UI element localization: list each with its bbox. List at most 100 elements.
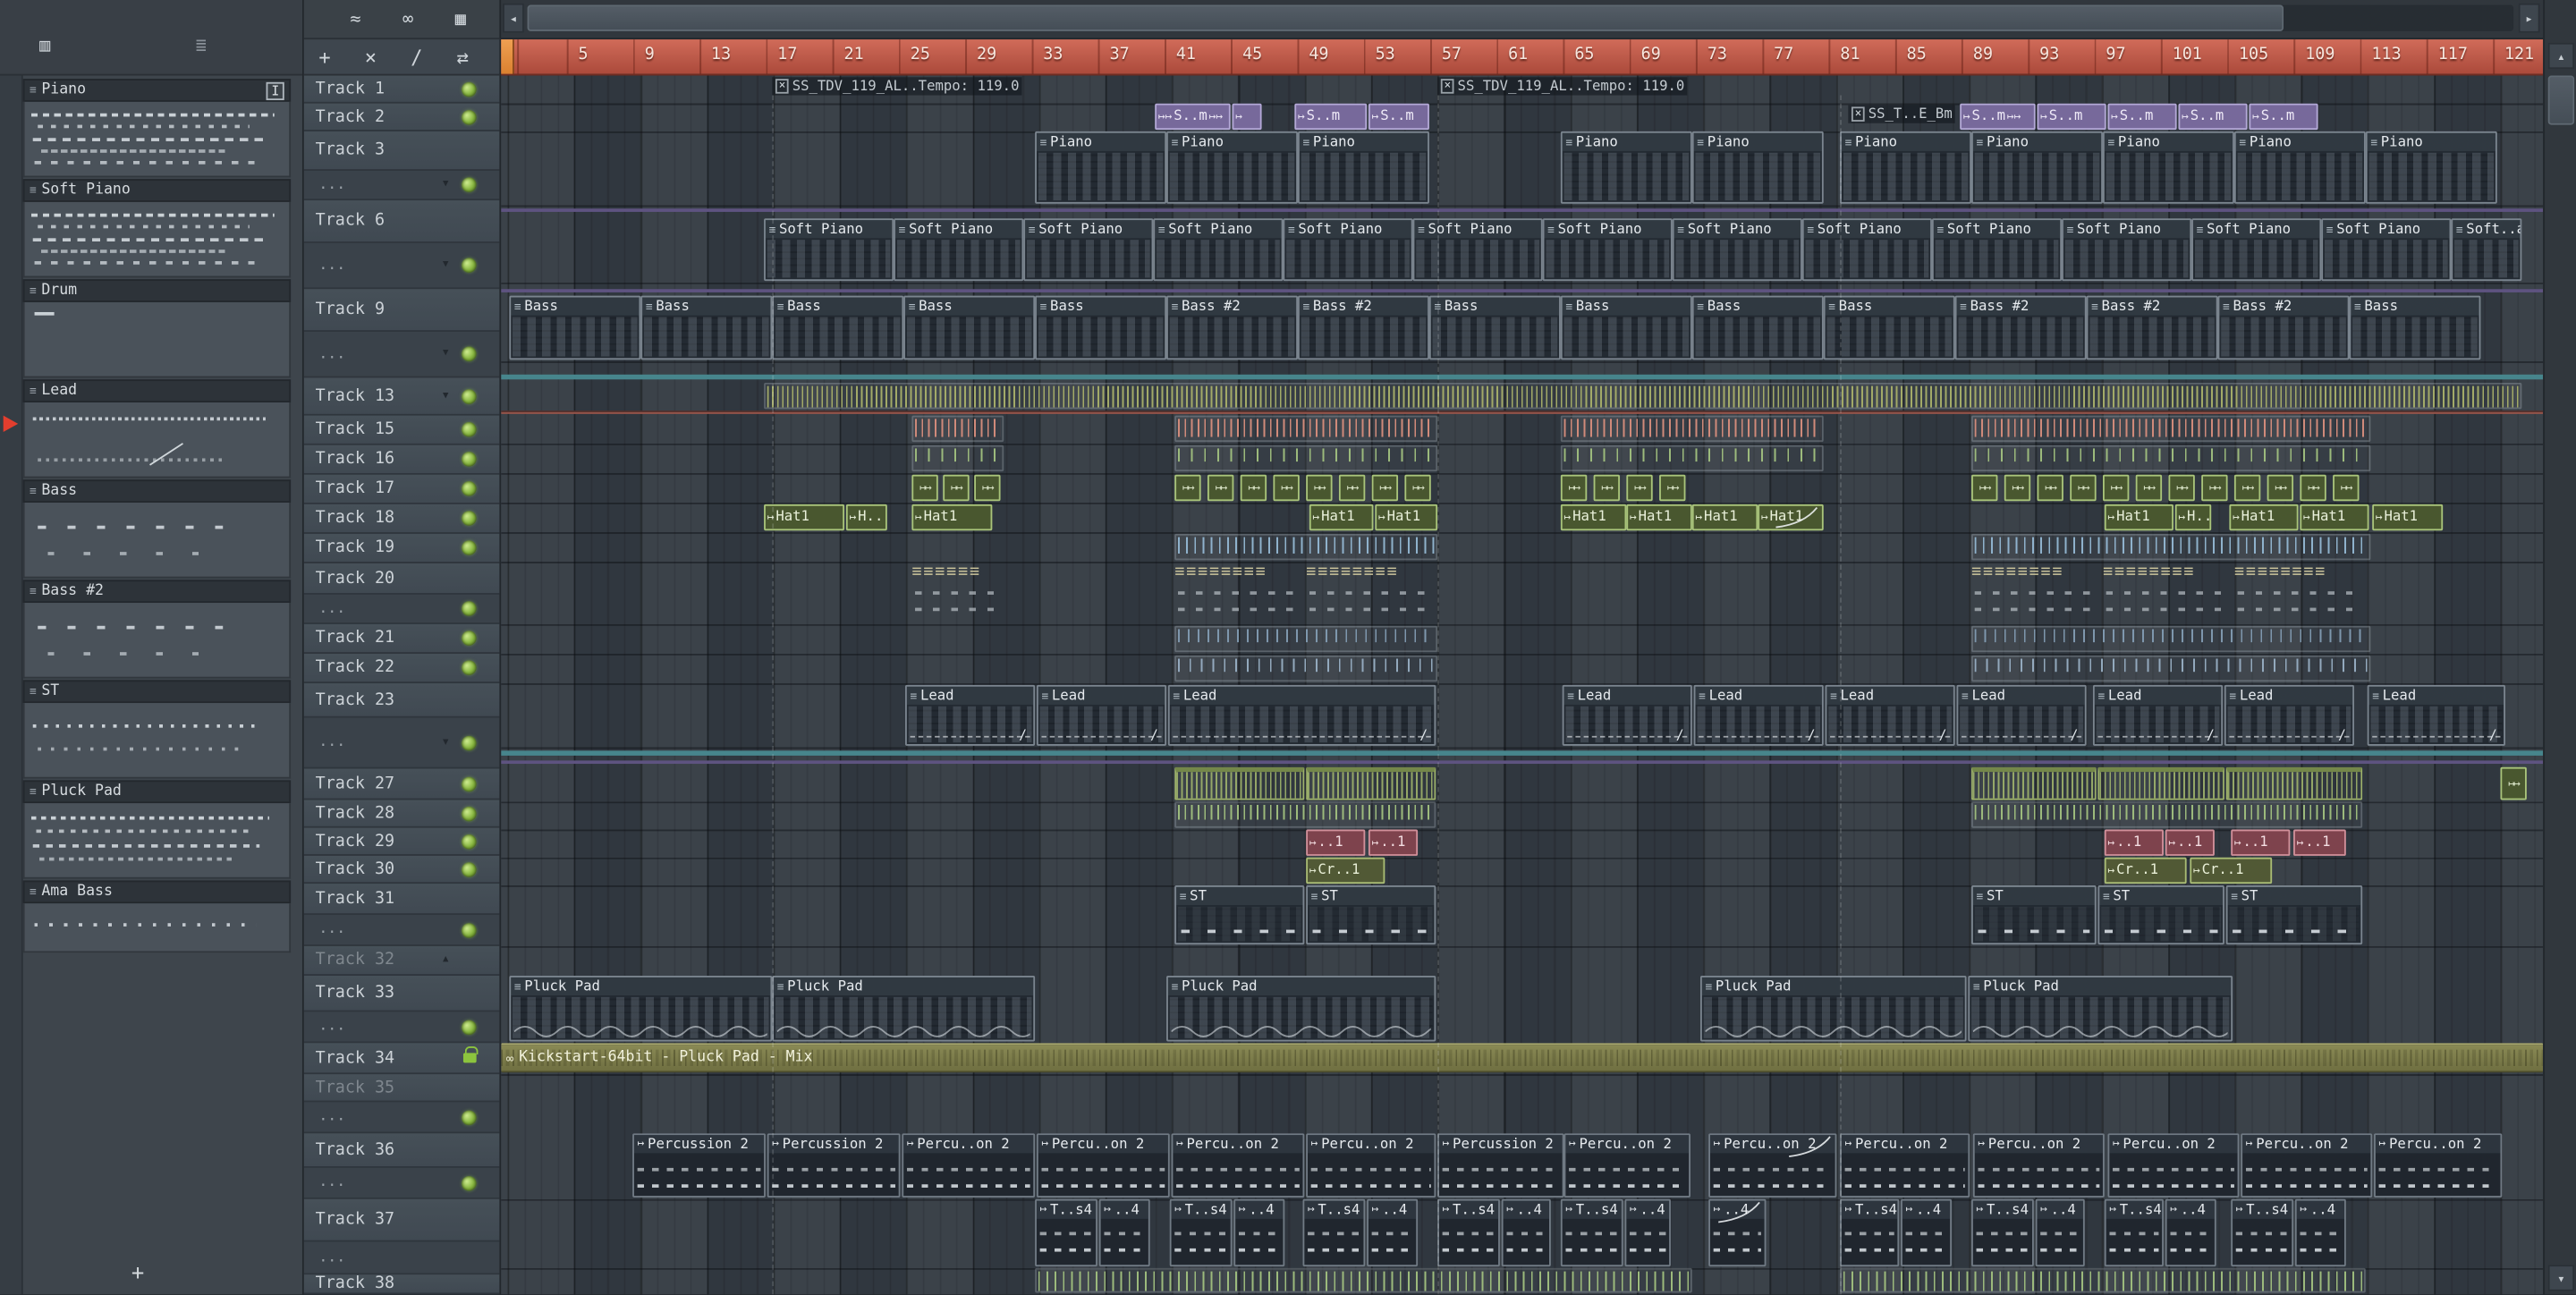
hat-mini-clip[interactable]: ↦↦ <box>2333 474 2360 502</box>
note-stack-clip[interactable]: ≡≡≡≡≡≡ <box>911 563 1004 622</box>
track-enable-led[interactable] <box>462 80 477 97</box>
track-enable-led[interactable] <box>462 388 477 403</box>
track-header-track-1[interactable]: Track 1 <box>303 75 500 104</box>
pattern-clip[interactable]: ≡ Lead / <box>2367 684 2505 746</box>
hat-mini-clip[interactable]: ↦↦ <box>1626 474 1653 502</box>
track-header-track-13[interactable]: Track 13 ▾ <box>303 377 500 416</box>
pattern-clip[interactable]: ≡ Soft Piano <box>894 218 1024 282</box>
pattern-clip[interactable]: ≡ Bass <box>640 295 773 360</box>
track-header-track-27[interactable]: Track 27 <box>303 768 500 800</box>
sample-clip[interactable]: ↦↦ S..m ↦↦ <box>1155 103 1231 131</box>
crash-clip[interactable]: ↦ Cr..1 <box>2190 857 2273 884</box>
pattern-item-ama-bass[interactable]: ≡ Ama Bass <box>22 880 292 953</box>
pattern-clip[interactable]: ≡ Pluck Pad <box>1699 975 1967 1042</box>
track-header-track-32[interactable]: Track 32 ▴ <box>303 945 500 976</box>
tick-pattern-clip[interactable] <box>1840 1267 2366 1293</box>
track-enable-led[interactable] <box>462 177 477 192</box>
hat-clip[interactable]: ↦ Hat1 <box>764 504 845 531</box>
hat-mini-clip[interactable]: ↦↦ <box>1338 474 1366 502</box>
tick-pattern-clip[interactable] <box>1560 444 1824 472</box>
track-header-track-9[interactable]: Track 9 <box>303 289 500 333</box>
percussion-clip[interactable]: ↦ Percu..on 2 <box>2107 1133 2240 1198</box>
sample-pattern-clip[interactable]: ↦ T..s4 <box>1437 1198 1500 1267</box>
timeline-marker[interactable]: × SS_T..E_Bm <box>1848 105 1956 123</box>
pattern-clip[interactable]: ≡ Lead / <box>1956 684 2087 746</box>
tick-pattern-clip[interactable] <box>1560 415 1824 443</box>
timeline-marker[interactable]: × SS_TDV_119_AL..Tempo: 119.0 <box>1437 77 1689 96</box>
pattern-clip[interactable]: ≡ Piano <box>1971 131 2103 204</box>
pattern-clip[interactable]: ≡ Piano <box>2233 131 2366 204</box>
pattern-clip[interactable]: ≡ Bass <box>1823 295 1955 360</box>
track-header-track-2[interactable]: Track 2 <box>303 103 500 131</box>
track-enable-led[interactable] <box>462 452 477 467</box>
scroll-left-arrow[interactable]: ◂ <box>503 3 524 33</box>
sample-pattern-clip[interactable]: ↦ T..s4 <box>1035 1198 1097 1267</box>
track-header-track-38[interactable]: Track 38 <box>303 1274 500 1295</box>
track-header-track-17[interactable]: Track 17 <box>303 474 500 504</box>
slide-note-clip[interactable]: ↦ ..1 <box>2165 829 2215 856</box>
note-stack-clip[interactable]: ≡≡≡≡≡≡≡≡ <box>1306 563 1436 622</box>
sample-pattern-clip[interactable]: ↦ T..s4 <box>1840 1198 1900 1267</box>
collapse-down-icon[interactable]: ▾ <box>441 734 450 750</box>
percussion-clip[interactable]: ↦ Percu..on 2 <box>1563 1133 1690 1198</box>
pattern-item-bass[interactable]: ≡ Bass <box>22 479 292 579</box>
pattern-clip[interactable]: ≡ Bass <box>1428 295 1561 360</box>
percussion-clip[interactable]: ↦ Percu..on 2 <box>1972 1133 2105 1198</box>
picker-menu-icon[interactable]: ≣ <box>196 36 207 54</box>
tick-pattern-clip[interactable] <box>1174 625 1438 653</box>
vertical-scrollbar[interactable]: ▴ ▾ <box>2543 0 2576 1295</box>
pattern-clip[interactable]: ≡ Bass <box>1035 295 1167 360</box>
sample-pattern-clip[interactable]: ↦ ..4 <box>1501 1198 1551 1267</box>
pattern-clip[interactable]: ≡ Soft Piano <box>1801 218 1932 282</box>
hat-clip[interactable]: ↦ Hat1 <box>1375 504 1438 531</box>
track-header-track-31[interactable]: Track 31 <box>303 884 500 916</box>
percussion-clip[interactable]: ↦ Percussion 2 <box>1437 1133 1564 1198</box>
note-stack-clip[interactable]: ≡≡≡≡≡≡≡≡ <box>2234 563 2362 622</box>
pattern-clip[interactable]: ≡ Soft Piano <box>1283 218 1413 282</box>
pattern-clip[interactable]: ≡ Bass <box>772 295 904 360</box>
hat-mini-clip[interactable]: ↦↦ <box>2201 474 2228 502</box>
sample-clip[interactable]: ↦ S..m <box>1294 103 1368 131</box>
track-enable-led[interactable] <box>462 1019 477 1035</box>
hat-clip[interactable]: ↦ Hat1 <box>1309 504 1374 531</box>
track-header-track-19[interactable]: Track 19 <box>303 533 500 563</box>
tick-pattern-clip[interactable] <box>1035 1267 1692 1293</box>
pattern-clip[interactable]: ≡ ST <box>1174 884 1305 945</box>
track-lock-icon[interactable] <box>462 1045 479 1063</box>
hat-mini-clip[interactable]: ↦↦ <box>1560 474 1588 502</box>
sample-pattern-clip[interactable]: ↦ ..4 <box>2165 1198 2216 1267</box>
pattern-clip[interactable]: ≡ Bass <box>509 295 641 360</box>
draw-tool[interactable]: ∕ <box>411 47 422 67</box>
tick-pattern-clip[interactable] <box>764 382 2522 410</box>
track-header-track-20[interactable]: Track 20 <box>303 563 500 595</box>
marker-close-icon[interactable]: × <box>775 79 790 94</box>
pattern-clip[interactable]: ≡ Bass #2 <box>1297 295 1429 360</box>
pattern-clip[interactable]: ≡ Lead / <box>1825 684 1955 746</box>
playlist-area[interactable]: × SS_TDV_119_AL..Tempo: 119.0 × SS_TDV_119_… <box>501 75 2544 1295</box>
hat-mini-clip[interactable]: ↦↦ <box>1240 474 1267 502</box>
comb-pattern-clip[interactable] <box>1971 766 2097 800</box>
hat-mini-clip[interactable]: ↦↦ <box>2102 474 2130 502</box>
track-header-track-28[interactable]: Track 28 <box>303 800 500 828</box>
wave-scroll-icon[interactable]: ≈ <box>350 10 360 28</box>
timeline-marker[interactable]: × SS_TDV_119_AL..Tempo: 119.0 <box>772 77 1023 96</box>
hat-clip[interactable]: ↦ Hat1 <box>2372 504 2444 531</box>
percussion-clip[interactable]: ↦ Percu..on 2 <box>2241 1133 2373 1198</box>
hat-mini-clip[interactable]: ↦↦ <box>1971 474 1998 502</box>
horizontal-scroll-thumb[interactable] <box>527 4 2284 31</box>
sample-clip[interactable]: ↦ S..m <box>2178 103 2248 131</box>
slide-note-clip[interactable]: ↦ ..1 <box>2293 829 2346 856</box>
hat-mini-clip[interactable]: ↦↦ <box>2070 474 2097 502</box>
track-enable-led[interactable] <box>462 109 477 124</box>
sample-pattern-clip[interactable]: ↦ T..s4 <box>1169 1198 1233 1267</box>
tick-pattern-clip[interactable] <box>1174 801 1436 828</box>
track-enable-led[interactable] <box>462 631 477 646</box>
slide-note-clip[interactable]: ↦ ..1 <box>1368 829 1419 856</box>
hat-mini-clip[interactable]: ↦↦ <box>2233 474 2261 502</box>
track-enable-led[interactable] <box>462 481 477 496</box>
track-header-track-18[interactable]: Track 18 <box>303 504 500 534</box>
collapse-up-icon[interactable]: ▴ <box>441 952 450 968</box>
sample-pattern-clip[interactable]: ↦ ..4 <box>1098 1198 1150 1267</box>
track-header-track-16[interactable]: Track 16 <box>303 444 500 475</box>
hat-mini-clip[interactable]: ↦↦ <box>2500 766 2527 800</box>
